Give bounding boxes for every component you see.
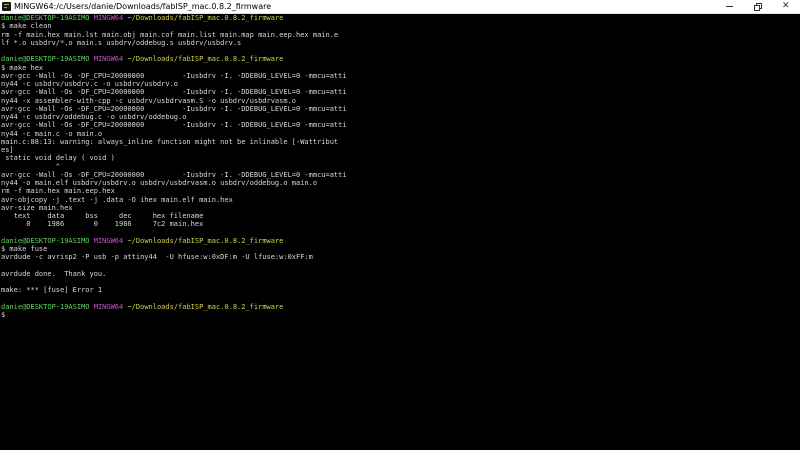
prompt-path: ~/Downloads/fabISP_mac.0.8.2_firmware [127,14,284,22]
prompt-user-host: danie@DESKTOP-19ASIMO [1,302,90,311]
terminal-line: avr-gcc -Wall -Os -DF_CPU=20000000 -Iusb… [1,121,347,130]
prompt-shell: MINGW64 [93,302,124,311]
prompt-path: ~/Downloads/fabISP_mac.0.8.2_firmware [127,236,284,245]
minimize-icon [726,6,733,7]
prompt-path: ~/Downloads/fabISP_mac.0.8.2_firmware [127,55,284,64]
terminal-line: avr-gcc -Wall -Os -DF_CPU=20000000 -Iusb… [1,88,347,97]
prompt-line: danie@DESKTOP-19ASIMO MINGW64 ~/Download… [1,14,791,22]
terminal-line: rm -f main.hex main.eep.hex [1,187,115,196]
prompt-line: danie@DESKTOP-19ASIMO MINGW64 ~/Download… [1,237,791,245]
terminal-line: lf *.o usbdrv/*.o main.s usbdrv/oddebug.… [1,38,242,47]
prompt-shell: MINGW64 [93,236,124,245]
maximize-button[interactable] [744,0,772,13]
window-title-bar[interactable]: MINGW64:/c/Users/danie/Downloads/fabISP_… [0,0,800,14]
close-button[interactable]: ✕ [772,0,800,13]
terminal-line: rm -f main.hex main.lst main.obj main.co… [1,30,339,39]
terminal-line: ny44 -c usbdrv/oddebug.c -o usbdrv/oddeb… [1,113,187,121]
terminal-line: $ [1,311,6,319]
terminal-line: ny44 -x assembler-with-cpp -c usbdrv/usb… [1,96,297,105]
terminal-line: $ make hex [1,63,44,72]
prompt-user-host: danie@DESKTOP-19ASIMO [1,55,90,64]
terminal-line: avrdude -c avrisp2 -P usb -p attiny44 -U… [1,253,313,262]
terminal-line: avr-gcc -Wall -Os -DF_CPU=20000000 -Iusb… [1,170,347,179]
terminal-line: static void delay ( void ) [1,154,115,163]
close-icon: ✕ [782,1,790,11]
prompt-shell: MINGW64 [93,55,124,64]
terminal-line: main.c:88:13: warning: always_inline fun… [1,137,339,146]
minimize-button[interactable] [716,0,744,13]
terminal-line: ny44 -o main.elf usbdrv/usbdrv.o usbdrv/… [1,179,318,187]
terminal-line: avr-gcc -Wall -Os -DF_CPU=20000000 -Iusb… [1,71,347,80]
terminal-output[interactable]: danie@DESKTOP-19ASIMO MINGW64 ~/Download… [1,14,791,450]
terminal-line: make: *** [fuse] Error 1 [1,286,103,295]
terminal-line: ny44 -c main.c -o main.o [1,129,103,138]
prompt-line: danie@DESKTOP-19ASIMO MINGW64 ~/Download… [1,55,791,63]
terminal-line: avr-size main.hex [1,203,73,212]
prompt-line: danie@DESKTOP-19ASIMO MINGW64 ~/Download… [1,303,791,311]
terminal-line: avr-gcc -Wall -Os -DF_CPU=20000000 -Iusb… [1,104,347,113]
prompt-shell: MINGW64 [93,14,124,22]
terminal-line: avr-objcopy -j .text -j .data -O ihex ma… [1,195,233,204]
window-title: MINGW64:/c/Users/danie/Downloads/fabISP_… [14,2,272,11]
prompt-user-host: danie@DESKTOP-19ASIMO [1,236,90,245]
prompt-path: ~/Downloads/fabISP_mac.0.8.2_firmware [127,302,284,311]
terminal-line: $ make clean [1,22,52,31]
terminal-line: avrdude done. Thank you. [1,269,107,278]
terminal-line: text data bss dec hex filename [1,212,204,220]
prompt-user-host: danie@DESKTOP-19ASIMO [1,14,90,22]
terminal-line: 0 1986 0 1986 7c2 main.hex [1,220,204,229]
terminal-line: es] [1,146,14,154]
terminal-scrollbar[interactable] [792,14,800,450]
terminal-line: ^ [1,162,61,171]
mingw-terminal-icon [2,2,11,11]
terminal-line: $ make fuse [1,245,48,253]
terminal-line: ny44 -c usbdrv/usbdrv.c -o usbdrv/usbdrv… [1,80,179,88]
